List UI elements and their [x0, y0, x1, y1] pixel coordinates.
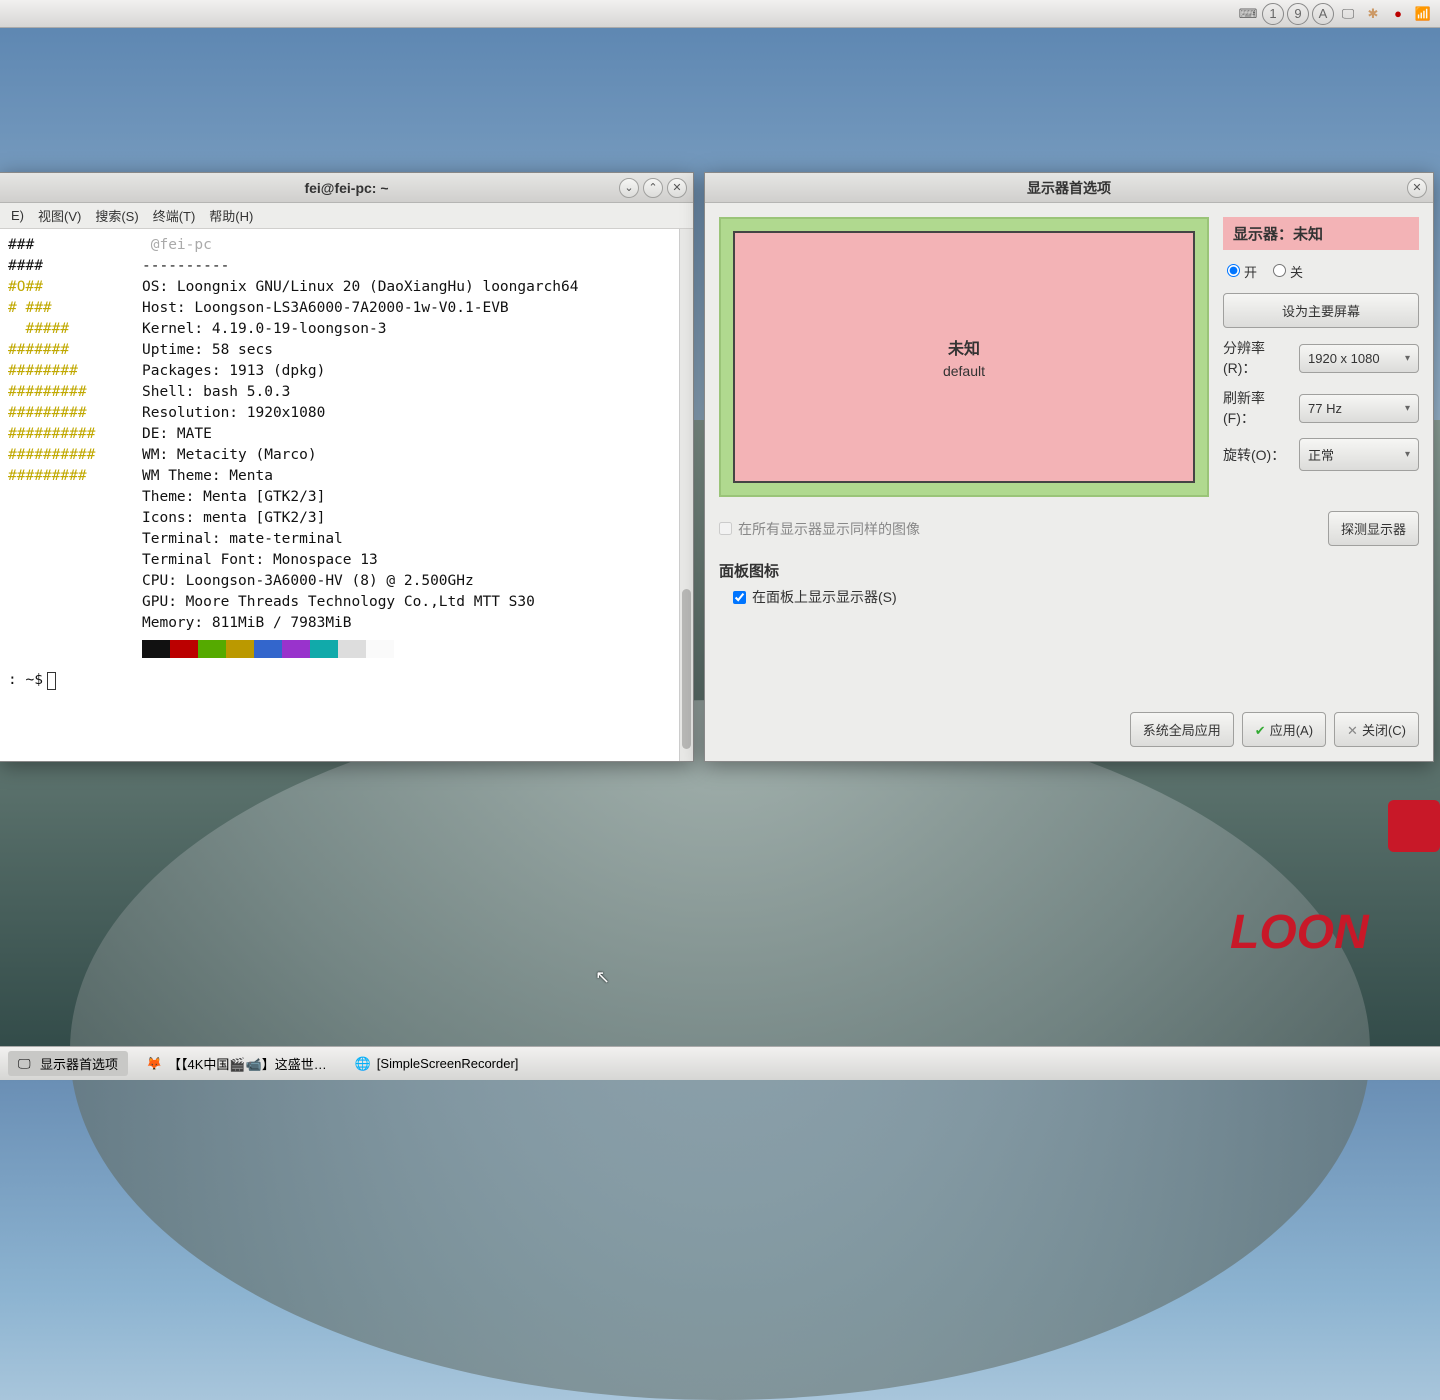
terminal-title: fei@fei-pc: ~	[0, 180, 693, 196]
monitor-preview[interactable]: 未知 default	[719, 217, 1209, 497]
record-tray-icon[interactable]: ●	[1387, 3, 1409, 25]
monitor-rect[interactable]: 未知 default	[733, 231, 1195, 483]
menu-help[interactable]: 帮助(H)	[202, 206, 260, 225]
settings-tray-icon[interactable]: ✱	[1362, 3, 1384, 25]
keyboard-icon[interactable]: ⌨	[1237, 3, 1259, 25]
same-image-check[interactable]: 在所有显示器显示同样的图像	[719, 519, 920, 539]
maximize-button[interactable]: ⌃	[643, 178, 663, 198]
apply-button[interactable]: ✔应用(A)	[1242, 712, 1326, 747]
top-panel: ⌨ 1 9 A 🖵 ✱ ● 📶	[0, 0, 1440, 28]
prompt: : ~$	[8, 670, 685, 691]
menu-terminal[interactable]: 终端(T)	[146, 206, 203, 225]
close-button-footer[interactable]: ✕关闭(C)	[1334, 712, 1419, 747]
rotate-label: 旋转(O)：	[1223, 445, 1293, 465]
scrollbar-thumb[interactable]	[682, 589, 691, 749]
terminal-window: fei@fei-pc: ~ ⌄ ⌃ ✕ E) 视图(V) 搜索(S) 终端(T)…	[0, 172, 694, 762]
close-button[interactable]: ✕	[667, 178, 687, 198]
radio-on[interactable]: 开	[1227, 262, 1257, 281]
network-tray-icon[interactable]: 📶	[1412, 3, 1434, 25]
display-titlebar[interactable]: 显示器首选项 ✕	[705, 173, 1433, 203]
cursor-icon: ↖	[595, 967, 610, 988]
panel-icon-check[interactable]: 在面板上显示显示器(S)	[733, 587, 1419, 607]
indicator-a-icon[interactable]: A	[1312, 3, 1334, 25]
loongson-logo: LOON	[1230, 800, 1440, 960]
indicator-9-icon[interactable]: 9	[1287, 3, 1309, 25]
indicator-1-icon[interactable]: 1	[1262, 3, 1284, 25]
monitor-name: 未知	[948, 335, 980, 359]
scrollbar[interactable]	[679, 229, 693, 761]
task-display-prefs[interactable]: 🖵 显示器首选项	[8, 1051, 128, 1076]
cursor	[47, 672, 56, 690]
display-prefs-icon: 🖵	[18, 1056, 34, 1072]
recorder-icon: 🌐	[355, 1056, 371, 1072]
display-tray-icon[interactable]: 🖵	[1337, 3, 1359, 25]
terminal-body[interactable]: ### @fei-pc####----------#O##OS: Loongni…	[0, 229, 693, 761]
display-prefs-window: 显示器首选项 ✕ 未知 default 显示器：未知 开 关 设为主要屏幕 分辨…	[704, 172, 1434, 762]
rotate-select[interactable]: 正常	[1299, 438, 1419, 471]
monitor-label: 显示器：未知	[1223, 217, 1419, 250]
set-primary-button[interactable]: 设为主要屏幕	[1223, 293, 1419, 328]
display-title: 显示器首选项	[705, 178, 1433, 198]
task-recorder[interactable]: 🌐 [SimpleScreenRecorder]	[345, 1053, 529, 1075]
radio-off[interactable]: 关	[1273, 262, 1303, 281]
terminal-menubar: E) 视图(V) 搜索(S) 终端(T) 帮助(H)	[0, 203, 693, 229]
global-apply-button[interactable]: 系统全局应用	[1130, 712, 1234, 747]
panel-icon-header: 面板图标	[719, 560, 1419, 581]
display-close-button[interactable]: ✕	[1407, 178, 1427, 198]
menu-search[interactable]: 搜索(S)	[88, 206, 145, 225]
minimize-button[interactable]: ⌄	[619, 178, 639, 198]
browser-icon: 🦊	[146, 1056, 162, 1072]
refresh-select[interactable]: 77 Hz	[1299, 394, 1419, 423]
menu-view[interactable]: 视图(V)	[31, 206, 88, 225]
menu-e[interactable]: E)	[4, 208, 31, 223]
resolution-label: 分辨率(R)：	[1223, 338, 1293, 378]
detect-displays-button[interactable]: 探测显示器	[1328, 511, 1419, 546]
taskbar: 🖵 显示器首选项 🦊 【【4K中国🎬📹】这盛世… 🌐 [SimpleScreen…	[0, 1046, 1440, 1080]
refresh-label: 刷新率(F)：	[1223, 388, 1293, 428]
monitor-sub: default	[943, 363, 985, 379]
task-browser[interactable]: 🦊 【【4K中国🎬📹】这盛世…	[136, 1051, 337, 1076]
resolution-select[interactable]: 1920 x 1080	[1299, 344, 1419, 373]
color-swatches	[142, 640, 685, 658]
terminal-titlebar[interactable]: fei@fei-pc: ~ ⌄ ⌃ ✕	[0, 173, 693, 203]
